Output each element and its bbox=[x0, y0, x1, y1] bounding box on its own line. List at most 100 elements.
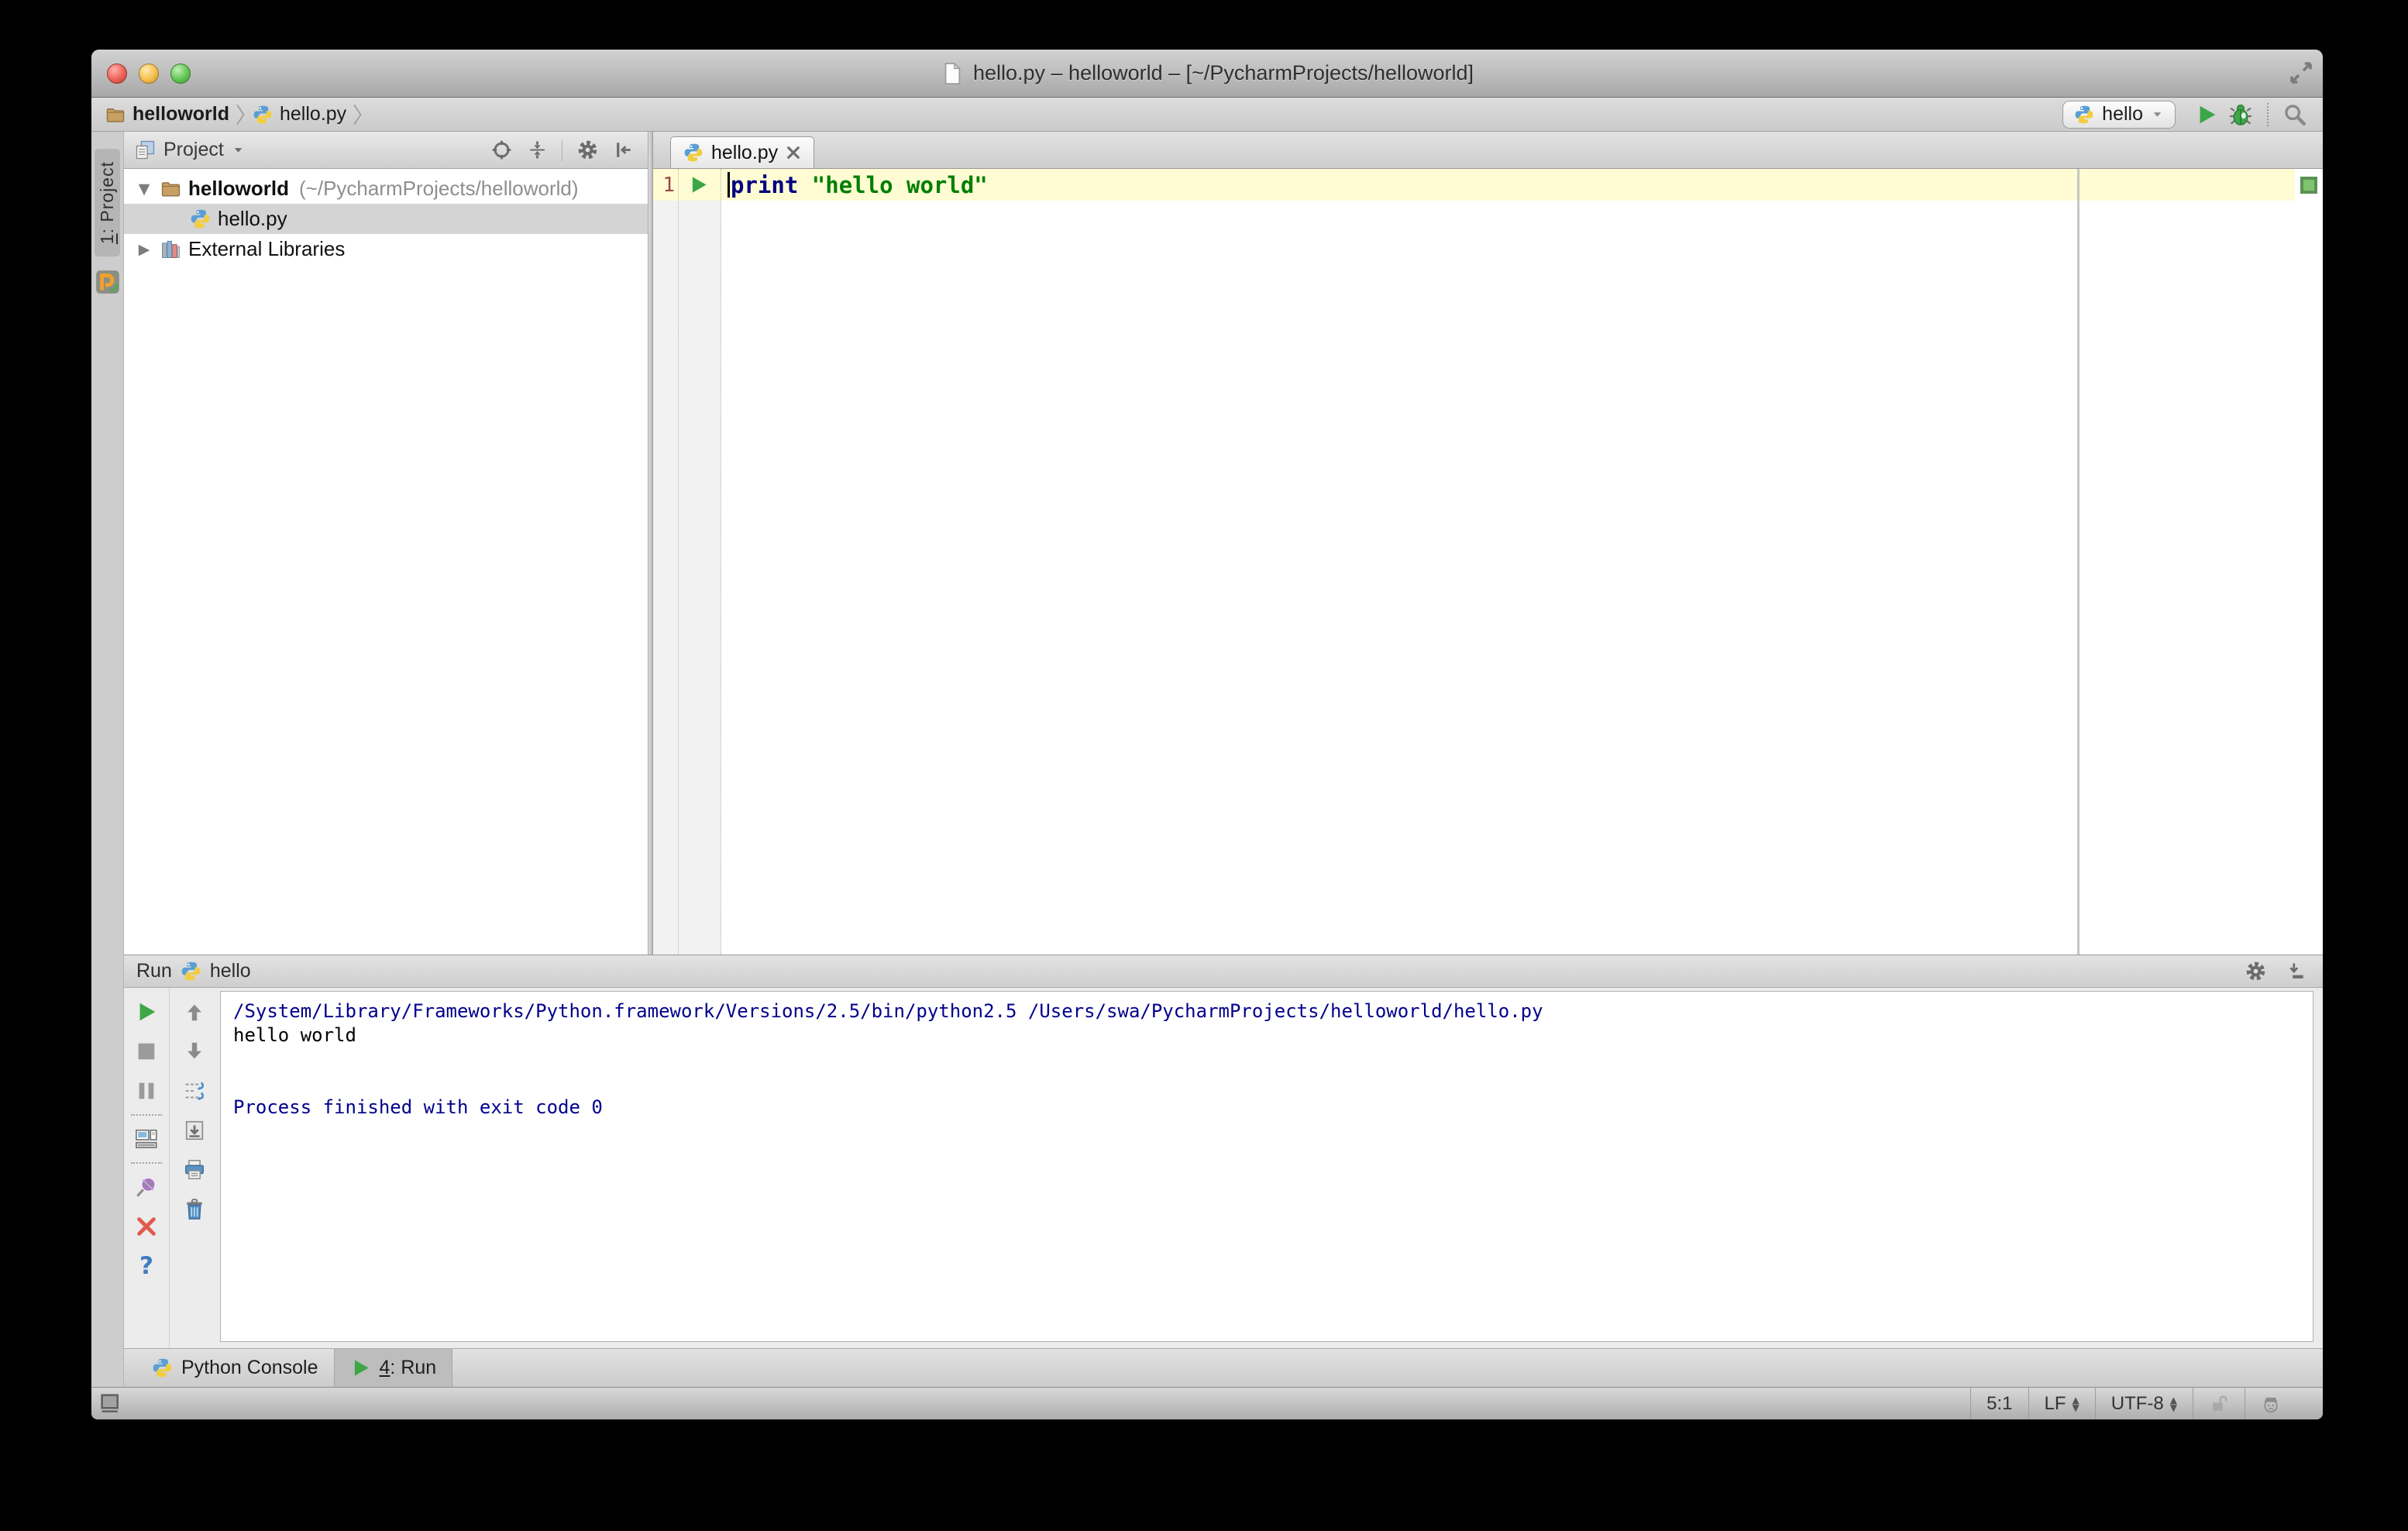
pin-tab-button[interactable] bbox=[133, 1174, 160, 1200]
hide-panel-button[interactable] bbox=[609, 136, 637, 164]
project-editor-splitter[interactable] bbox=[648, 132, 653, 955]
scroll-to-end-button[interactable] bbox=[181, 1117, 208, 1144]
stop-button[interactable] bbox=[133, 1038, 160, 1065]
clear-console-button[interactable] bbox=[181, 1196, 208, 1223]
resize-grip[interactable] bbox=[2296, 1388, 2323, 1419]
gear-icon bbox=[2245, 961, 2266, 982]
close-window-button[interactable] bbox=[107, 63, 127, 84]
hide-run-panel-button[interactable] bbox=[2279, 958, 2310, 986]
chevron-down-icon[interactable] bbox=[232, 143, 245, 157]
run-button[interactable] bbox=[2190, 99, 2224, 130]
breadcrumb-file[interactable]: hello.py bbox=[253, 103, 346, 126]
python-file-icon bbox=[190, 208, 211, 229]
help-button[interactable]: ? bbox=[133, 1252, 160, 1280]
expanded-arrow-icon[interactable]: ▼ bbox=[135, 181, 153, 198]
run-config-name: hello bbox=[209, 960, 251, 982]
external-libraries-label: External Libraries bbox=[188, 237, 346, 260]
tree-row-hello-py[interactable]: hello.py bbox=[124, 204, 648, 234]
print-button[interactable] bbox=[181, 1157, 208, 1183]
project-button-number: 1 bbox=[97, 233, 117, 245]
console-toolbar bbox=[169, 988, 218, 1348]
readonly-toggle-widget[interactable] bbox=[2193, 1388, 2245, 1419]
traffic-lights bbox=[107, 50, 191, 97]
run-configuration-select[interactable]: hello bbox=[2062, 100, 2176, 129]
hide-left-icon bbox=[613, 139, 634, 160]
encoding-widget[interactable]: UTF-8 ▲ ▼ bbox=[2094, 1388, 2193, 1419]
run-panel-settings-button[interactable] bbox=[2240, 958, 2271, 986]
project-root-name: helloworld bbox=[188, 177, 289, 200]
close-icon bbox=[135, 1215, 158, 1238]
highlighting-level-widget[interactable] bbox=[2245, 1388, 2296, 1419]
window-title: hello.py – helloworld – [~/PycharmProjec… bbox=[941, 61, 1474, 86]
library-books-icon bbox=[160, 239, 181, 260]
main-toolbar: helloworld hello.py hello bbox=[91, 98, 2323, 132]
editor-gutter: 1 bbox=[653, 169, 721, 955]
console-layout-icon bbox=[135, 1127, 158, 1151]
up-stack-trace-button[interactable] bbox=[181, 999, 208, 1025]
breadcrumb-project[interactable]: helloworld bbox=[105, 103, 229, 126]
editor-tab-hello-py[interactable]: hello.py bbox=[670, 136, 815, 168]
tree-file-name: hello.py bbox=[218, 207, 287, 230]
run-line-marker[interactable] bbox=[675, 174, 721, 195]
console-exit-line: Process finished with exit code 0 bbox=[233, 1096, 603, 1118]
close-run-tab-button[interactable] bbox=[133, 1213, 160, 1240]
pause-output-button[interactable] bbox=[133, 1078, 160, 1104]
resize-corner-icon[interactable] bbox=[2289, 60, 2313, 85]
panel-settings-button[interactable] bbox=[573, 136, 601, 164]
minimize-window-button[interactable] bbox=[139, 63, 159, 84]
line-number: 1 bbox=[662, 173, 675, 197]
run-tool-window: Run hello ? /System/Library/Frameworks/P… bbox=[124, 955, 2323, 1348]
toggle-tool-buttons[interactable] bbox=[98, 1391, 124, 1417]
editor-tab-label: hello.py bbox=[711, 141, 779, 163]
zoom-window-button[interactable] bbox=[170, 63, 191, 84]
run-console-output[interactable]: /System/Library/Frameworks/Python.framew… bbox=[220, 991, 2313, 1342]
collapsed-arrow-icon[interactable]: ▶ bbox=[135, 241, 153, 258]
collapse-all-icon bbox=[527, 139, 548, 160]
tool-window-button-project[interactable]: 1: Project bbox=[95, 149, 120, 257]
console-command-line: /System/Library/Frameworks/Python.framew… bbox=[233, 1000, 1543, 1022]
line-separator-value: LF bbox=[2044, 1392, 2066, 1414]
printer-icon bbox=[183, 1158, 206, 1182]
caret-position-value: 5:1 bbox=[1987, 1392, 2013, 1414]
chevron-down-icon bbox=[2151, 108, 2164, 121]
debug-button[interactable] bbox=[2224, 99, 2258, 130]
run-configuration-label: hello bbox=[2102, 103, 2143, 125]
pycharm-window: hello.py – helloworld – [~/PycharmProjec… bbox=[91, 50, 2323, 1419]
close-tab-icon[interactable] bbox=[786, 145, 801, 160]
python-console-icon bbox=[152, 1357, 173, 1378]
project-panel-title[interactable]: Project bbox=[163, 139, 224, 161]
caret-position-widget[interactable]: 5:1 bbox=[1970, 1388, 2028, 1419]
search-everywhere-button[interactable] bbox=[2278, 99, 2312, 130]
line-separator-widget[interactable]: LF ▲ ▼ bbox=[2028, 1388, 2095, 1419]
code-editor[interactable]: print "hello world" bbox=[721, 169, 2295, 955]
toggle-stripe-icon bbox=[100, 1393, 122, 1415]
folder-icon bbox=[105, 105, 126, 125]
tree-row-external-libraries[interactable]: ▶ External Libraries bbox=[124, 234, 648, 264]
tool-window-button-python-console[interactable]: Python Console bbox=[136, 1349, 334, 1387]
run-gutter-icon bbox=[688, 174, 709, 195]
run-panel-title: Run bbox=[136, 960, 172, 982]
left-tool-window-stripe: 1: Project bbox=[91, 132, 124, 1387]
down-stack-trace-button[interactable] bbox=[181, 1038, 208, 1065]
stop-icon bbox=[135, 1040, 158, 1063]
project-tree: ▼ helloworld (~/PycharmProjects/hellowor… bbox=[124, 169, 648, 955]
locate-file-button[interactable] bbox=[487, 136, 515, 164]
code-string: "hello world" bbox=[811, 171, 988, 198]
toolbar-separator bbox=[131, 1114, 162, 1116]
bug-icon bbox=[2228, 102, 2253, 127]
folder-icon bbox=[160, 178, 181, 199]
soft-wrap-button[interactable] bbox=[181, 1078, 208, 1104]
inspection-status-square[interactable] bbox=[2300, 177, 2317, 194]
tree-row-project-root[interactable]: ▼ helloworld (~/PycharmProjects/hellowor… bbox=[124, 174, 648, 204]
project-tool-window: Project ▼ helloworld (~/PycharmProjects/… bbox=[124, 132, 648, 955]
run-panel-header: Run hello bbox=[124, 955, 2323, 988]
soft-wrap-icon bbox=[183, 1079, 206, 1103]
python-icon bbox=[181, 961, 201, 982]
project-root-path: (~/PycharmProjects/helloworld) bbox=[299, 177, 579, 200]
python-file-icon bbox=[683, 143, 703, 163]
tool-window-button-run[interactable]: 4: Run bbox=[333, 1349, 453, 1387]
show-console-button[interactable] bbox=[133, 1126, 160, 1152]
collapse-all-button[interactable] bbox=[523, 136, 551, 164]
chevron-right-icon bbox=[236, 103, 246, 126]
rerun-button[interactable] bbox=[133, 999, 160, 1025]
